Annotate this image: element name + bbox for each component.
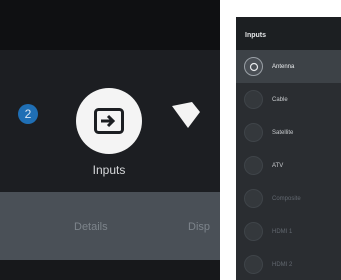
input-item-label: Cable — [272, 96, 288, 103]
input-item-label: HDMI 2 — [272, 261, 293, 268]
inputs-menu-title: Inputs — [236, 17, 341, 50]
top-band — [0, 0, 220, 50]
input-item-label: Antenna — [272, 63, 295, 70]
input-radio-icon — [244, 189, 263, 208]
action-bar: Details Disp — [0, 192, 220, 260]
input-item[interactable]: HDMI 1 — [236, 215, 341, 248]
input-radio-icon — [244, 156, 263, 175]
input-radio-icon — [244, 57, 263, 76]
input-item[interactable]: HDMI 2 — [236, 248, 341, 280]
inputs-tile[interactable] — [76, 88, 142, 154]
display-button[interactable]: Disp — [188, 221, 210, 233]
bottom-strip — [0, 260, 220, 280]
input-item[interactable]: ATV — [236, 149, 341, 182]
input-radio-icon — [244, 255, 263, 274]
home-screen-panel: 2 Inputs Details Disp — [0, 0, 220, 280]
partial-tile-icon[interactable] — [170, 100, 204, 132]
input-radio-icon — [244, 123, 263, 142]
input-item[interactable]: Composite — [236, 182, 341, 215]
input-item[interactable]: Satellite — [236, 116, 341, 149]
input-source-icon — [94, 108, 124, 134]
notification-badge[interactable]: 2 — [18, 104, 38, 124]
input-item-label: Composite — [272, 195, 301, 202]
details-button[interactable]: Details — [74, 221, 108, 233]
inputs-tile-label: Inputs — [92, 163, 126, 177]
input-item[interactable]: Cable — [236, 83, 341, 116]
input-radio-icon — [244, 222, 263, 241]
input-item[interactable]: Antenna — [236, 50, 341, 83]
input-item-label: HDMI 1 — [272, 228, 293, 235]
input-item-label: Satellite — [272, 129, 294, 136]
input-item-label: ATV — [272, 162, 284, 169]
inputs-menu-panel: Inputs Antenna Cable Satellite ATV Composite… — [236, 17, 341, 280]
input-radio-icon — [244, 90, 263, 109]
